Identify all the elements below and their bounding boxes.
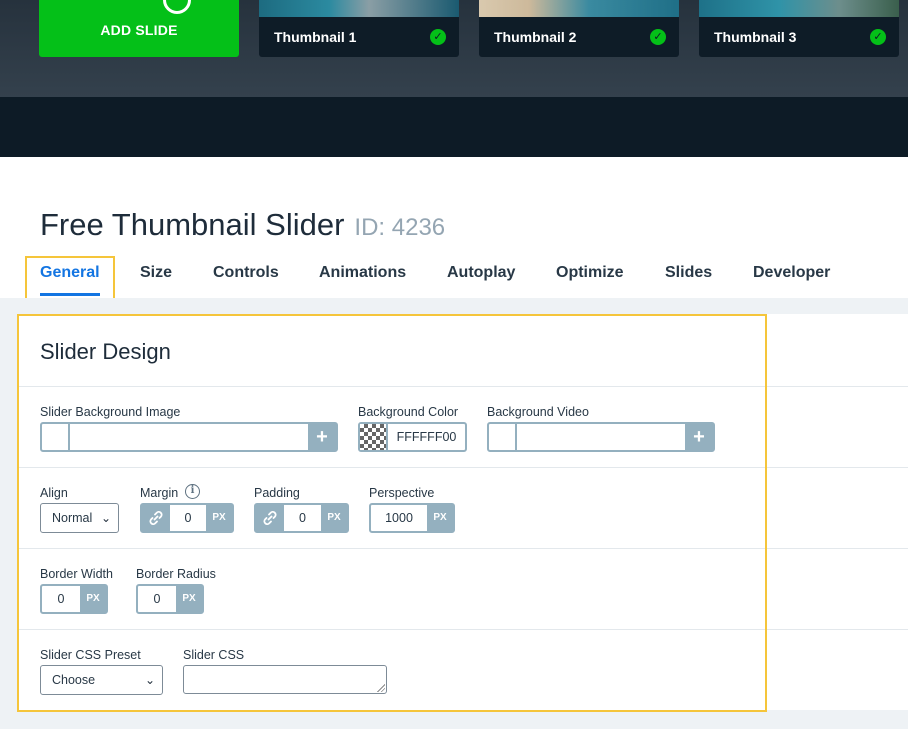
info-icon[interactable]: i [185,484,200,499]
bg-image-add-icon[interactable]: + [308,424,336,450]
bg-video-add-icon[interactable]: + [685,424,713,450]
bg-image-label: Slider Background Image [40,405,181,419]
resize-handle-icon[interactable] [377,684,385,692]
bg-video-label: Background Video [487,405,589,419]
link-icon[interactable] [142,505,170,531]
bg-color-value[interactable]: FFFFFF00 [388,430,465,444]
bg-image-input[interactable] [70,424,308,450]
padding-field[interactable]: 0 PX [254,503,349,533]
thumbnail-image [259,0,459,17]
tab-autoplay[interactable]: Autoplay [447,264,515,282]
slide-thumbnail-2[interactable]: Thumbnail 2 ✓ [479,0,679,57]
check-icon: ✓ [430,29,446,45]
perspective-unit: PX [427,505,453,531]
check-icon: ✓ [650,29,666,45]
border-radius-label: Border Radius [136,567,216,581]
bg-color-field[interactable]: FFFFFF00 [358,422,467,452]
border-width-label: Border Width [40,567,113,581]
border-width-value[interactable]: 0 [42,592,80,606]
settings-tabs: General Size Controls Animations Autopla… [0,256,908,302]
check-icon: ✓ [870,29,886,45]
slider-name: Free Thumbnail Slider [40,207,345,242]
padding-unit: PX [321,505,347,531]
bg-image-preview [42,424,70,450]
add-slide-icon [163,0,191,14]
divider [18,548,908,549]
slider-css-textarea[interactable] [183,665,387,694]
thumbnail-image [699,0,899,17]
css-preset-label: Slider CSS Preset [40,648,141,662]
tab-controls[interactable]: Controls [213,264,279,282]
thumbnail-label: Thumbnail 3 [714,29,797,45]
panel-title: Slider Design [40,339,171,364]
tab-slides[interactable]: Slides [665,264,712,282]
bg-color-label: Background Color [358,405,459,419]
bg-video-preview [489,424,517,450]
tab-animations[interactable]: Animations [319,264,406,282]
css-preset-value: Choose [52,673,96,687]
margin-unit: PX [206,505,232,531]
divider [18,629,908,630]
divider [18,467,908,468]
page-title: Free Thumbnail Slider ID: 4236 [40,207,445,243]
border-radius-value[interactable]: 0 [138,592,176,606]
align-value: Normal [52,511,93,525]
tab-general[interactable]: General [40,264,100,282]
add-slide-button[interactable]: ADD SLIDE [39,0,239,57]
margin-label: Margin [140,486,179,500]
add-slide-label: ADD SLIDE [100,22,178,38]
border-width-field[interactable]: 0 PX [40,584,108,614]
border-width-unit: PX [80,586,106,612]
thumbnail-label: Thumbnail 2 [494,29,577,45]
chevron-down-icon: ⌄ [100,511,111,525]
padding-value[interactable]: 0 [284,511,321,525]
border-radius-unit: PX [176,586,202,612]
align-select[interactable]: Normal ⌄ [40,503,119,533]
thumbnail-image [479,0,679,17]
tab-developer[interactable]: Developer [753,264,830,282]
active-tab-underline [40,293,100,296]
slide-thumbnail-3[interactable]: Thumbnail 3 ✓ [699,0,899,57]
color-swatch-icon[interactable] [360,424,388,450]
slider-id: ID: 4236 [354,214,446,241]
chevron-down-icon: ⌄ [144,673,155,687]
slides-dark-band [0,97,908,157]
align-label: Align [40,486,68,500]
slider-css-label: Slider CSS [183,648,245,662]
thumbnail-label: Thumbnail 1 [274,29,357,45]
perspective-value[interactable]: 1000 [371,511,427,525]
bg-video-input[interactable] [517,424,685,450]
divider [18,386,908,387]
css-preset-select[interactable]: Choose ⌄ [40,665,163,695]
border-radius-field[interactable]: 0 PX [136,584,204,614]
margin-value[interactable]: 0 [170,511,206,525]
bg-image-field[interactable]: + [40,422,338,452]
padding-label: Padding [254,486,300,500]
tab-optimize[interactable]: Optimize [556,264,624,282]
link-icon[interactable] [256,505,284,531]
tab-size[interactable]: Size [140,264,172,282]
perspective-label: Perspective [369,486,435,500]
perspective-field[interactable]: 1000 PX [369,503,455,533]
slide-thumbnail-1[interactable]: Thumbnail 1 ✓ [259,0,459,57]
bg-video-field[interactable]: + [487,422,715,452]
margin-field[interactable]: 0 PX [140,503,234,533]
